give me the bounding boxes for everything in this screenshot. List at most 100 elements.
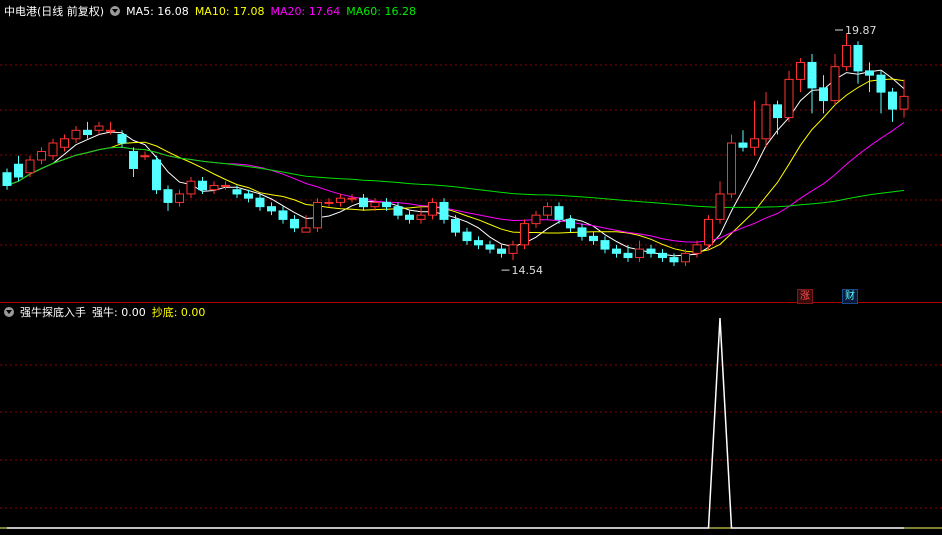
- candle-body: [589, 235, 598, 242]
- candle-body: [623, 252, 633, 259]
- candle-body: [370, 201, 380, 208]
- candle-body: [899, 95, 909, 110]
- candle-body: [715, 193, 725, 220]
- candle-body: [14, 163, 23, 178]
- indicator-legend: 强牛探底入手 强牛: 0.00 抄底: 0.00: [4, 306, 211, 320]
- candle-body: [83, 129, 92, 136]
- candle-body: [681, 252, 690, 263]
- indicator-title: 强牛探底入手: [20, 306, 86, 319]
- candle-body: [336, 197, 345, 203]
- candle-body: [635, 248, 644, 259]
- candle-body: [198, 180, 207, 191]
- candle-body: [750, 138, 759, 148]
- candle-body: [543, 206, 552, 216]
- candle-body: [738, 142, 748, 148]
- candle-body: [359, 197, 368, 208]
- candle-body: [474, 240, 483, 246]
- strong-bull-label: 强牛: 0.00: [92, 306, 146, 319]
- candle-body: [106, 129, 115, 132]
- candle-body: [520, 223, 529, 246]
- candle-body: [140, 155, 150, 158]
- candle-body: [209, 184, 219, 191]
- candle-body: [497, 248, 506, 254]
- candle-body: [347, 197, 357, 200]
- candle-body: [727, 142, 736, 195]
- bottom-pick-label: 抄底: 0.00: [151, 306, 206, 319]
- indicator-lines: [0, 317, 942, 529]
- candle-body: [566, 218, 575, 229]
- rise-badge[interactable]: 涨: [797, 289, 813, 304]
- annotation-label: 14.54: [512, 264, 544, 277]
- candle-body: [255, 197, 265, 208]
- candle-body: [853, 44, 863, 72]
- candle-body: [658, 252, 667, 259]
- chevron-down-icon[interactable]: [110, 6, 121, 16]
- candle-body: [508, 244, 518, 254]
- candle-body: [876, 74, 886, 93]
- candle-body: [439, 201, 449, 220]
- stock-title: 中电港(日线 前复权): [4, 5, 105, 18]
- main-legend: 中电港(日线 前复权) MA5: 16.08 MA10: 17.08 MA20: 17…: [4, 5, 422, 19]
- candle-body: [221, 184, 230, 187]
- candle-body: [175, 193, 184, 203]
- candle-body: [761, 104, 771, 140]
- candle-body: [94, 125, 104, 131]
- grid-lines: [0, 64, 942, 509]
- candle-body: [819, 87, 828, 102]
- candle-body: [393, 206, 403, 216]
- ma60-label: MA60: 16.28: [346, 5, 416, 18]
- candle-body: [186, 180, 196, 195]
- candle-body: [865, 70, 874, 76]
- ma5-label: MA5: 16.08: [126, 5, 189, 18]
- candle-body: [2, 172, 12, 186]
- candle-body: [117, 134, 127, 144]
- candlesticks: [2, 34, 909, 267]
- price-annotations: 19.87 14.54: [501, 24, 877, 277]
- ma20-label: MA20: 17.64: [270, 5, 341, 18]
- candle-body: [37, 151, 46, 161]
- candle-body: [232, 189, 242, 195]
- candle-body: [612, 248, 621, 254]
- candle-body: [60, 138, 69, 148]
- candle-body: [888, 91, 897, 110]
- candle-body: [244, 193, 253, 199]
- candle-body: [163, 189, 173, 203]
- candle-body: [48, 142, 58, 157]
- candle-body: [324, 201, 334, 204]
- candle-body: [577, 227, 587, 237]
- candle-body: [301, 227, 311, 233]
- candle-body: [773, 104, 782, 119]
- candle-body: [554, 206, 564, 220]
- candle-body: [290, 218, 299, 229]
- chart-canvas: 19.87 14.54: [0, 24, 942, 529]
- candle-body: [25, 159, 35, 174]
- candle-body: [842, 44, 851, 68]
- annotation-label: 19.87: [845, 24, 877, 37]
- candle-body: [451, 218, 460, 233]
- candle-body: [692, 244, 702, 254]
- candle-body: [129, 151, 138, 169]
- candle-body: [152, 159, 161, 191]
- finance-badge[interactable]: 财: [842, 289, 858, 304]
- candle-body: [600, 240, 610, 250]
- candle-body: [830, 66, 840, 102]
- candle-body: [71, 129, 81, 140]
- candle-body: [531, 214, 541, 225]
- candle-body: [267, 206, 276, 212]
- ma10-label: MA10: 17.08: [194, 5, 265, 18]
- chevron-down-icon[interactable]: [4, 307, 14, 317]
- candle-body: [278, 210, 288, 220]
- candle-body: [704, 218, 713, 246]
- candle-body: [428, 201, 437, 216]
- candle-body: [313, 201, 322, 229]
- candle-body: [382, 201, 391, 208]
- candle-body: [669, 257, 679, 263]
- candle-body: [462, 231, 472, 242]
- strong-bull-line: [7, 317, 904, 529]
- candle-body: [485, 244, 495, 250]
- candle-body: [405, 214, 414, 220]
- candle-body: [784, 78, 794, 119]
- candle-body: [796, 61, 805, 80]
- candle-body: [416, 214, 426, 220]
- candle-body: [807, 61, 817, 89]
